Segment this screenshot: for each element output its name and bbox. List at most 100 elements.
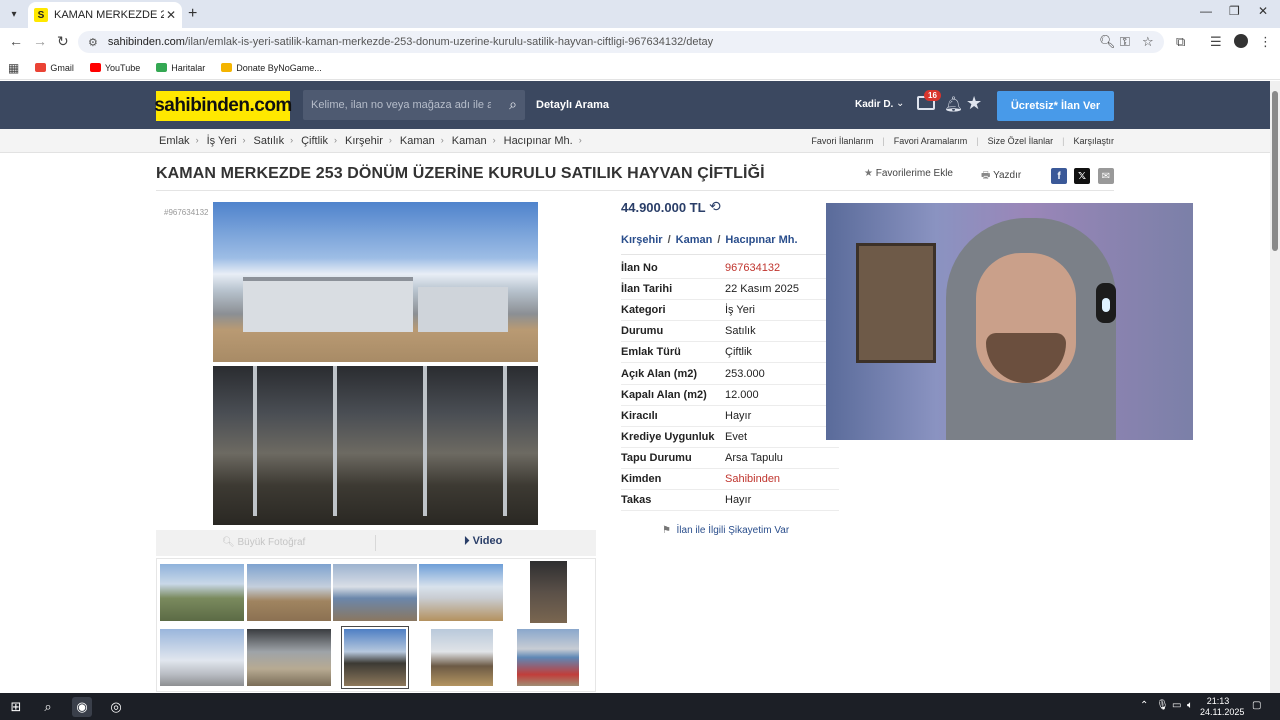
breadcrumb-item[interactable]: Çiftlik	[301, 135, 328, 147]
thumbnail[interactable]	[333, 564, 417, 621]
post-ad-button[interactable]: Ücretsiz* İlan Ver	[997, 91, 1114, 121]
back-icon[interactable]: ←	[9, 33, 23, 49]
obs-icon[interactable]: ◎	[106, 697, 126, 717]
zoom-icon[interactable]: 🔍︎	[1099, 34, 1116, 50]
minimize-icon[interactable]: —	[1200, 4, 1212, 18]
detail-value: Hayır	[725, 494, 752, 507]
advanced-search-link[interactable]: Detaylı Arama	[536, 99, 609, 111]
page-scrollbar[interactable]	[1270, 81, 1280, 693]
main-photo-barn-exterior[interactable]	[213, 202, 538, 362]
add-favorite-button[interactable]: ★ Favorilerime Ekle	[864, 168, 953, 179]
big-photo-button[interactable]: 🔍︎ Büyük Fotoğraf	[222, 537, 305, 548]
location-neighborhood[interactable]: Hacıpınar Mh.	[725, 234, 797, 246]
thumbnail[interactable]	[160, 564, 244, 621]
breadcrumb-item[interactable]: Satılık	[254, 135, 285, 147]
chevron-right-icon: ›	[334, 135, 337, 145]
bookmark-donate[interactable]: Donate ByNoGame...	[221, 63, 322, 73]
thumbnail-selected[interactable]	[341, 626, 409, 689]
chevron-down-icon[interactable]: ⌄	[896, 98, 904, 109]
thumbnail[interactable]	[517, 629, 579, 686]
x-share-icon[interactable]: 𝕏	[1074, 168, 1090, 184]
report-listing-link[interactable]: ⚑ İlan ile İlgili Şikayetim Var	[662, 525, 789, 536]
personal-listings-link[interactable]: Size Özel İlanlar	[988, 136, 1054, 146]
detail-value: Hayır	[725, 409, 752, 422]
facebook-share-icon[interactable]: f	[1051, 168, 1067, 184]
compare-link[interactable]: Karşılaştır	[1073, 136, 1114, 146]
email-share-icon[interactable]: ✉	[1098, 168, 1114, 184]
corkboard-shape	[856, 243, 936, 363]
tray-chevron-icon[interactable]: ⌃	[1140, 700, 1148, 711]
profile-avatar[interactable]	[1234, 34, 1248, 48]
forward-icon[interactable]: →	[33, 33, 47, 49]
search-icon[interactable]: ⌕	[38, 697, 58, 717]
bookmark-star-icon[interactable]: ☆	[1142, 34, 1154, 50]
site-info-icon[interactable]: ⚙	[88, 36, 98, 49]
location-district[interactable]: Kaman	[676, 234, 713, 246]
price: 44.900.000 TL	[621, 200, 706, 215]
thumbnail[interactable]	[419, 564, 503, 621]
network-icon[interactable]: ▭	[1172, 700, 1181, 711]
notification-bell-icon[interactable]: 🔔︎	[944, 95, 963, 113]
bookmark-maps[interactable]: Haritalar	[156, 63, 205, 73]
bookmark-youtube[interactable]: YouTube	[89, 63, 140, 73]
thumbnail[interactable]	[247, 564, 331, 621]
favorite-listings-link[interactable]: Favori İlanlarım	[811, 136, 873, 146]
thumbnail[interactable]	[530, 561, 567, 623]
video-button[interactable]: ⏵ Video	[464, 535, 502, 548]
volume-icon[interactable]: 🔈︎	[1187, 700, 1193, 711]
apps-grid-icon[interactable]: ▦	[8, 61, 19, 75]
chrome-icon[interactable]: ◉	[72, 697, 92, 717]
detail-label: Kapalı Alan (m2)	[621, 388, 707, 401]
detail-label: Kimden	[621, 472, 662, 485]
detail-value: 12.000	[725, 388, 759, 401]
detail-value[interactable]: Sahibinden	[725, 473, 780, 485]
search-icon[interactable]: ⌕	[509, 96, 517, 113]
close-window-icon[interactable]: ✕	[1258, 4, 1268, 18]
divider	[375, 535, 376, 551]
system-clock[interactable]: 21:13 24.11.2025	[1200, 696, 1244, 718]
account-links: Favori İlanlarım | Favori Aramalarım | Siz…	[811, 136, 1114, 146]
print-button[interactable]: 🖶︎ Yazdır	[981, 168, 1021, 185]
barn-post	[423, 366, 427, 516]
play-circle-icon: ⏵	[464, 535, 470, 547]
youtube-icon	[89, 63, 101, 72]
detail-value: Çiftlik	[725, 346, 752, 359]
breadcrumb-item[interactable]: Kaman	[400, 135, 435, 147]
reload-icon[interactable]: ↻	[57, 33, 69, 50]
password-key-icon[interactable]: ⚿	[1120, 34, 1130, 50]
tab-close-icon[interactable]: ✕	[166, 8, 176, 22]
browser-menu-icon[interactable]: ⋮	[1259, 34, 1272, 50]
price-history-icon[interactable]: ⟲	[709, 198, 721, 215]
browser-tab[interactable]: S KAMAN MERKEZDE 253 DÖNÜ ✕	[28, 2, 182, 28]
tab-search-icon[interactable]: ▾	[4, 4, 24, 24]
breadcrumb-item[interactable]: İş Yeri	[207, 135, 237, 147]
thumbnail[interactable]	[431, 629, 493, 686]
headset-light	[1102, 298, 1110, 312]
scrollbar-thumb[interactable]	[1272, 91, 1278, 251]
new-tab-icon[interactable]: +	[188, 5, 197, 23]
thumbnail[interactable]	[247, 629, 331, 686]
breadcrumb-item[interactable]: Emlak	[159, 135, 190, 147]
bookmark-gmail[interactable]: Gmail	[35, 63, 74, 73]
address-bar[interactable]: ⚙ sahibinden.com/ilan/emlak-is-yeri-sati…	[78, 31, 1164, 53]
restore-icon[interactable]: ❐	[1229, 4, 1240, 18]
breadcrumb-item[interactable]: Kırşehir	[345, 135, 383, 147]
favorites-star-icon[interactable]: ★	[966, 93, 982, 114]
extensions-icon[interactable]: ⧉	[1176, 34, 1185, 50]
breadcrumb-item[interactable]: Hacıpınar Mh.	[504, 135, 573, 147]
microphone-icon[interactable]: 🎙︎	[1156, 700, 1169, 711]
thumbnail[interactable]	[160, 629, 244, 686]
notifications-icon[interactable]: ▢	[1252, 700, 1261, 711]
user-menu[interactable]: Kadir D.	[855, 99, 893, 110]
main-photo-barn-interior[interactable]	[213, 366, 538, 525]
windows-start-icon[interactable]: ⊞	[6, 697, 26, 717]
detail-label: Emlak Türü	[621, 346, 681, 359]
site-logo[interactable]: sahibinden.com	[154, 91, 292, 121]
detail-row: Kiracılı Hayır	[621, 406, 839, 427]
search-input[interactable]	[311, 99, 491, 111]
breadcrumb-item[interactable]: Kaman	[452, 135, 487, 147]
detail-row: Emlak Türü Çiftlik	[621, 342, 839, 364]
reading-list-icon[interactable]: ☰	[1210, 34, 1222, 50]
location-city[interactable]: Kırşehir	[621, 234, 663, 246]
favorite-searches-link[interactable]: Favori Aramalarım	[894, 136, 968, 146]
